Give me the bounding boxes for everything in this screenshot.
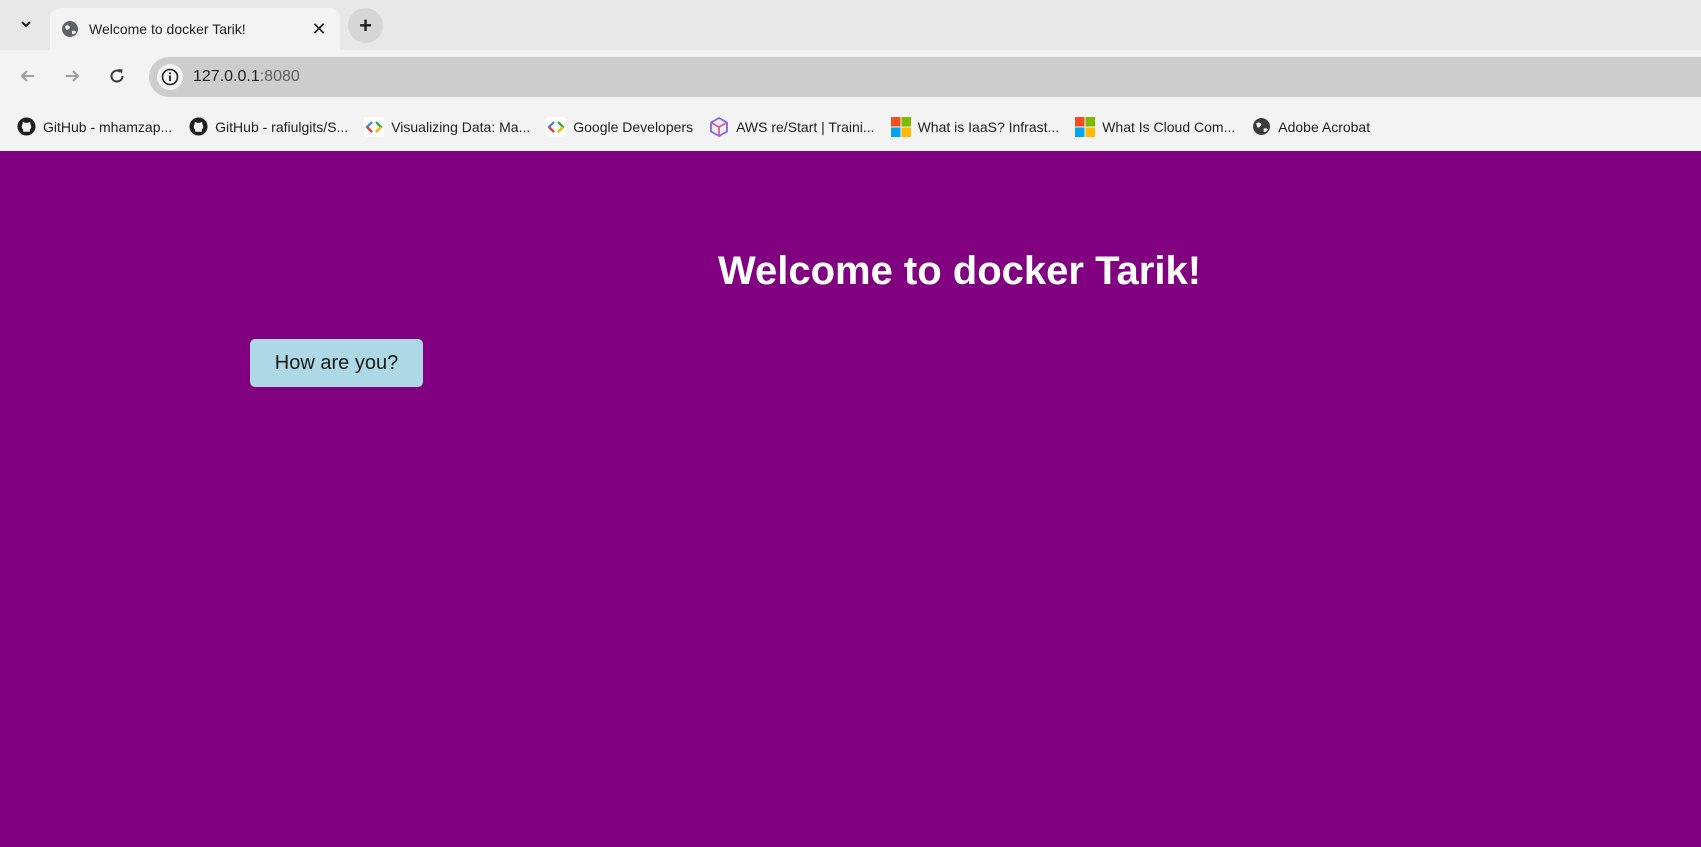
tab-strip: Welcome to docker Tarik! ✕ +: [0, 0, 1701, 50]
bookmark-label: GitHub - rafiulgits/S...: [215, 118, 349, 135]
code-icon: [364, 116, 385, 137]
bookmark-label: What Is Cloud Com...: [1102, 118, 1236, 135]
page-heading: Welcome to docker Tarik!: [717, 249, 1202, 293]
bookmark-label: AWS re/Start | Traini...: [736, 118, 875, 135]
globe-icon: [61, 20, 79, 38]
bookmark-label: Visualizing Data: Ma...: [391, 118, 531, 135]
chevron-down-icon: [20, 21, 31, 28]
how-are-you-button[interactable]: How are you?: [250, 339, 423, 387]
address-bar[interactable]: 127.0.0.1:8080: [149, 57, 1701, 97]
bookmark-item[interactable]: AWS re/Start | Traini...: [705, 111, 882, 143]
arrow-right-icon: [66, 70, 80, 82]
close-tab-icon[interactable]: ✕: [308, 18, 330, 40]
bookmark-item[interactable]: Visualizing Data: Ma...: [360, 111, 538, 143]
bookmark-item[interactable]: Google Developers: [542, 111, 701, 143]
forward-button[interactable]: [55, 59, 89, 93]
microsoft-icon: [890, 116, 911, 137]
github-icon: [16, 117, 36, 137]
url-host: 127.0.0.1: [193, 68, 260, 85]
code-icon: [546, 116, 567, 137]
page-body: Welcome to docker Tarik! How are you?: [0, 151, 1701, 847]
url-port: :8080: [259, 68, 300, 85]
active-tab[interactable]: Welcome to docker Tarik! ✕: [50, 8, 340, 50]
bookmark-item[interactable]: GitHub - mhamzap...: [12, 111, 180, 143]
plus-icon: +: [359, 12, 372, 38]
bookmark-item[interactable]: What Is Cloud Com...: [1071, 111, 1243, 143]
reload-icon: [110, 69, 124, 83]
toolbar: 127.0.0.1:8080: [0, 50, 1701, 102]
bookmark-label: Google Developers: [573, 118, 694, 135]
bookmark-label: GitHub - mhamzap...: [43, 118, 173, 135]
bookmark-label: What is IaaS? Infrast...: [917, 118, 1060, 135]
new-tab-button[interactable]: +: [348, 8, 383, 43]
github-icon: [188, 117, 208, 137]
tab-search-button[interactable]: [8, 7, 43, 41]
arrow-left-icon: [20, 70, 34, 82]
bookmark-item[interactable]: GitHub - rafiulgits/S...: [184, 111, 356, 143]
bookmarks-bar: GitHub - mhamzap... GitHub - rafiulgits/…: [0, 102, 1701, 151]
bookmark-label: Adobe Acrobat: [1278, 118, 1371, 135]
bookmark-item[interactable]: Adobe Acrobat: [1247, 111, 1378, 143]
bookmark-item[interactable]: What is IaaS? Infrast...: [887, 111, 1068, 143]
reload-button[interactable]: [100, 59, 134, 93]
site-info-icon[interactable]: [157, 64, 183, 90]
back-button[interactable]: [11, 59, 45, 93]
microsoft-icon: [1075, 116, 1096, 137]
tab-title: Welcome to docker Tarik!: [89, 21, 246, 37]
cube-icon: [709, 116, 729, 137]
url-text: 127.0.0.1:8080: [193, 68, 300, 86]
globe-icon: [1251, 117, 1271, 137]
